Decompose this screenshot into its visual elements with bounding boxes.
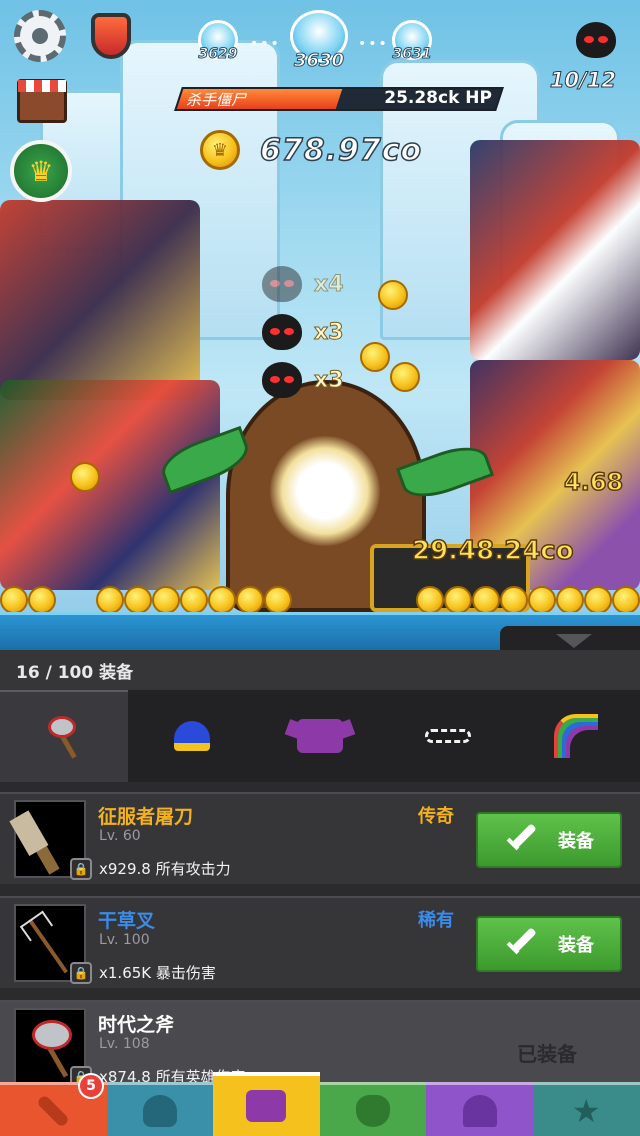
lock-icon[interactable]: 🔒 [70, 962, 92, 984]
item-rarity: 传奇 [418, 806, 454, 827]
damage-popup: 4.68 [563, 467, 624, 497]
multiplier-row: x3 [262, 314, 344, 350]
gold-coin-icon: ♛ [200, 130, 240, 170]
sword-icon [504, 823, 537, 856]
item-bonus: x929.8 所有攻击力 [99, 860, 231, 878]
gold-popup: 29.48.24co [411, 535, 574, 567]
equip-button[interactable]: 装备 [476, 812, 622, 868]
sword-icon [504, 927, 537, 960]
game-app: 3629 ••• 3630 ••• 3631 10/12 杀手僵尸 25.28c… [0, 0, 640, 1136]
nav-tab-equipment[interactable] [213, 1072, 320, 1136]
coin-pile-left[interactable] [0, 586, 292, 614]
stage-dots: ••• [358, 36, 389, 52]
demon-face-icon [262, 362, 302, 398]
boss-hp-value: 25.28ck HP [384, 88, 492, 108]
cap-icon [174, 721, 210, 751]
stage-current: 3630 [290, 10, 348, 72]
notification-badge: 5 [78, 1073, 104, 1099]
equipment-count: 16 / 100 装备 [0, 650, 640, 690]
gold-coin[interactable] [70, 462, 100, 492]
equipment-category-tabs [0, 690, 640, 782]
gold-coin[interactable] [378, 280, 408, 310]
star-icon: ★ [571, 1091, 601, 1130]
kill-progress-counter: 10/12 [549, 68, 616, 93]
helmet-icon [142, 1094, 177, 1127]
coin-pile-right[interactable] [416, 586, 640, 614]
stage-progress: 3629 ••• 3630 ••• 3631 [198, 10, 448, 72]
gold-amount: 678.97co [259, 132, 423, 169]
item-bonus: x1.65K 暴击伤害 [99, 964, 216, 982]
multiplier-row: x3 [262, 362, 344, 398]
item-name: 时代之斧 [98, 1014, 175, 1036]
cleaver-icon [16, 811, 60, 875]
bracelet-icon [425, 729, 471, 743]
item-level: Lv. 108 [99, 1036, 150, 1052]
equipment-item[interactable]: 🔒 征服者屠刀 Lv. 60 x929.8 所有攻击力 传奇 装备 [0, 792, 640, 884]
equipment-item[interactable]: 🔒 干草叉 Lv. 100 x1.65K 暴击伤害 稀有 装备 [0, 896, 640, 988]
multiplier-text: x3 [314, 319, 344, 345]
equipped-status: 已装备 [517, 1042, 577, 1066]
shirt-icon [246, 1090, 287, 1122]
tab-armor[interactable] [256, 690, 384, 782]
equip-button[interactable]: 装备 [476, 916, 622, 972]
stage-dots: ••• [250, 36, 281, 52]
item-thumbnail: 🔒 [14, 904, 92, 984]
stage-current-number: 3630 [293, 50, 345, 72]
gold-total: ♛ 678.97co [200, 130, 422, 170]
stage-next-number: 3631 [392, 46, 432, 63]
stage-previous-number: 3629 [198, 46, 238, 63]
nav-tab-heroes[interactable] [106, 1082, 214, 1136]
equip-button-label: 装备 [558, 831, 594, 852]
nav-tab-sword[interactable]: 5 [0, 1073, 107, 1136]
settings-gear-icon[interactable] [14, 10, 66, 62]
item-name: 征服者屠刀 [98, 806, 194, 828]
battle-scene[interactable]: 3629 ••• 3630 ••• 3631 10/12 杀手僵尸 25.28c… [0, 0, 640, 650]
hero-crowd-right-upper [470, 140, 640, 360]
boss-name: 杀手僵尸 [186, 91, 247, 109]
equipment-panel: 16 / 100 装备 🔒 征服者屠刀 Lv. 60 x929.8 所有攻击力 … [0, 650, 640, 1136]
sword-icon [36, 1093, 71, 1128]
pitchfork-icon [28, 918, 68, 974]
demon-face-icon [262, 314, 302, 350]
crown-icon[interactable]: ♛ [10, 140, 72, 202]
multiplier-text: x4 [314, 271, 344, 297]
bottom-navigation: 5 ★ [0, 1072, 640, 1136]
clan-shield-icon[interactable] [86, 10, 136, 62]
stage-previous: 3629 [198, 20, 238, 63]
nav-tab-pets[interactable] [319, 1082, 427, 1136]
nav-tab-shop[interactable]: ★ [532, 1082, 640, 1136]
hero-crowd-left-upper [0, 200, 200, 400]
item-rarity: 稀有 [418, 910, 454, 931]
pet-icon [356, 1094, 391, 1127]
tab-helmet[interactable] [128, 690, 256, 782]
chevron-down-icon[interactable] [556, 634, 592, 648]
axe-icon [44, 714, 84, 760]
artifact-icon [462, 1094, 497, 1127]
rainbow-bow-icon [554, 714, 598, 758]
multiplier-row: x4 [262, 266, 344, 302]
tab-bracelet[interactable] [384, 690, 512, 782]
tab-ranged[interactable] [512, 690, 640, 782]
boss-fight-icon[interactable] [574, 20, 618, 60]
nav-tab-artifacts[interactable] [426, 1082, 533, 1136]
gold-coin[interactable] [360, 342, 390, 372]
item-name: 干草叉 [98, 910, 156, 932]
tap-hit-effect [270, 436, 380, 546]
item-level: Lv. 60 [99, 828, 141, 844]
demon-face-icon [262, 266, 302, 302]
equipment-list: 🔒 征服者屠刀 Lv. 60 x929.8 所有攻击力 传奇 装备 🔒 干草叉 … [0, 792, 640, 1112]
shirt-icon [297, 719, 343, 753]
stage-next: 3631 [392, 20, 432, 63]
item-thumbnail: 🔒 [14, 800, 92, 880]
tab-weapon[interactable] [0, 690, 128, 782]
shop-stall-icon[interactable] [16, 78, 68, 124]
lock-icon[interactable]: 🔒 [70, 858, 92, 880]
equip-button-label: 装备 [558, 935, 594, 956]
item-level: Lv. 100 [99, 932, 150, 948]
item-thumbnail: 🔒 [14, 1008, 92, 1088]
multiplier-text: x3 [314, 367, 344, 393]
gold-coin[interactable] [390, 362, 420, 392]
